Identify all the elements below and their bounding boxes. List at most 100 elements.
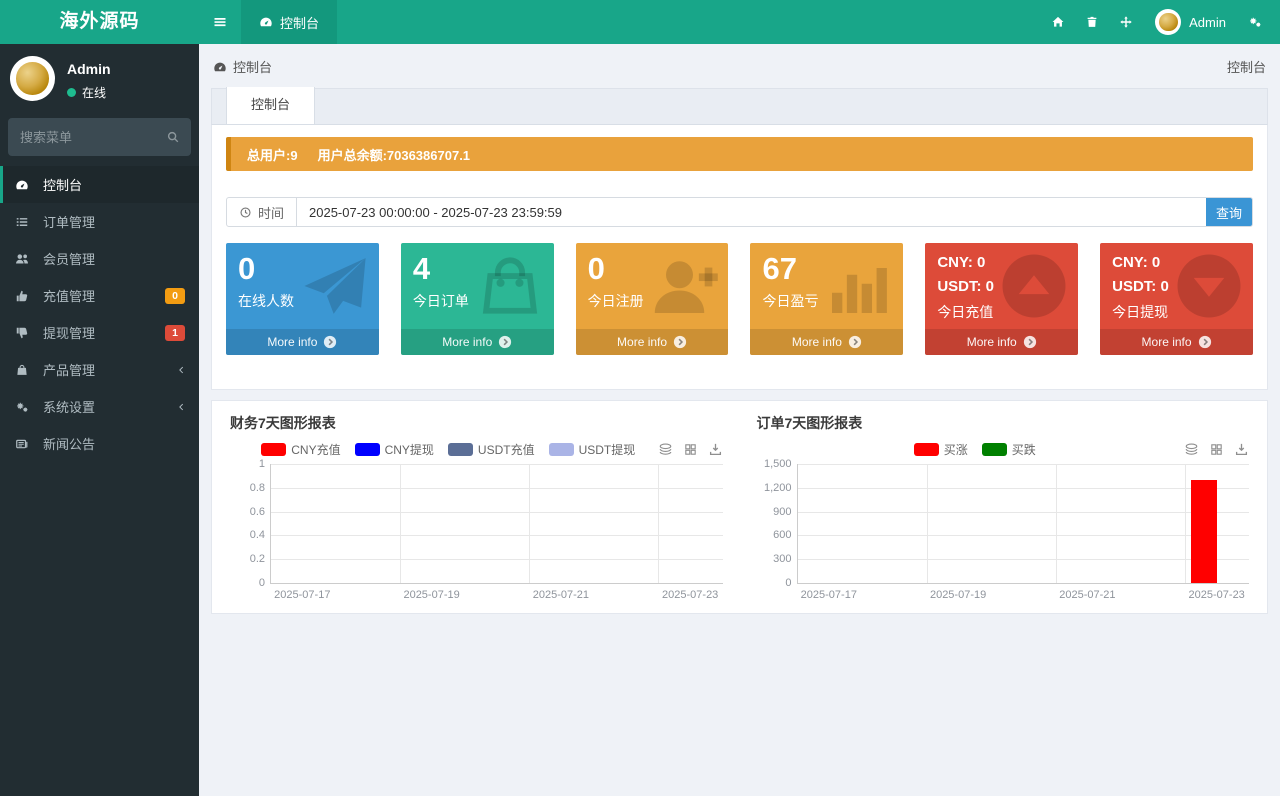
gears-icon [1248,15,1262,29]
sidebar-item-members[interactable]: 会员管理 [0,240,199,277]
user-menu[interactable]: Admin [1143,9,1238,35]
bag-icon [15,363,43,377]
sidebar-item-settings[interactable]: 系统设置 [0,388,199,425]
navbar-right: Admin [1041,0,1280,44]
legend-item[interactable]: CNY充值 [261,441,341,458]
legend-item[interactable]: 买跌 [981,441,1036,458]
legend-item[interactable]: 买涨 [913,441,968,458]
sidebar-toggle-button[interactable] [199,0,241,44]
gridline-h [797,487,1249,489]
content-area: 控制台 控制台 控制台 总用户:9 用户总余额:7036386707.1 时间 … [199,0,1280,614]
chart-header: CNY充值 CNY提现 USDT充值 USDT提现 [230,441,723,461]
stat-label: 今日订单 [412,293,469,310]
legend-item[interactable]: USDT提现 [548,441,636,458]
total-users-text: 总用户:9 [247,147,298,163]
search-button[interactable] [155,130,191,144]
stat-value: 67 [762,251,797,286]
chart-legend: 买涨 买跌 [757,441,1194,458]
sidebar-item-orders[interactable]: 订单管理 [0,203,199,240]
y-tick-label: 0.2 [249,553,265,566]
stat-label: 今日充值 [937,303,994,320]
y-tick-label: 0.8 [249,481,265,494]
y-tick-label: 0 [258,577,265,589]
more-info-link[interactable]: More info [226,329,379,355]
more-info-link[interactable]: More info [575,329,729,355]
more-info-link[interactable]: More info [925,329,1079,355]
stat-card-body: CNY: 0 USDT: 0 今日充值 [925,243,1078,329]
legend-chip [354,443,380,456]
fullscreen-button[interactable] [1109,0,1143,44]
breadcrumb: 控制台 控制台 [199,44,1280,88]
data-view-icon[interactable] [683,442,698,457]
download-icon[interactable] [1234,442,1249,457]
trash-button[interactable] [1075,0,1109,44]
gridline-h [797,535,1249,537]
legend-label: USDT提现 [578,443,636,457]
breadcrumb-current[interactable]: 控制台 [213,57,272,76]
gridline-h [271,464,723,465]
legend-item[interactable]: USDT充值 [447,441,535,458]
sidebar-item-label: 充值管理 [43,289,96,304]
brand-logo[interactable]: 海外源码 [0,0,199,44]
chart-plot: 0 300 600 900 1,200 1,500 [764,458,1249,589]
sidebar-item-withdraw[interactable]: 提现管理 1 [0,314,199,351]
gridline-v [1184,464,1186,583]
stat-card-body: 0 今日注册 [576,243,729,329]
stat-line: CNY: 0 [937,254,986,271]
breadcrumb-right: 控制台 [1226,60,1266,75]
time-filter: 时间 2025-07-23 00:00:00 - 2025-07-23 23:5… [226,197,1253,227]
stack-icon[interactable] [1184,442,1199,457]
sidebar-user-name: Admin [67,61,111,77]
more-info-label: More info [966,335,1017,349]
gridline-v [400,464,401,583]
chart-orders-7day: 订单7天图形报表 买涨 买跌 0 300 600 900 1,200 1,500 2025-07-… [756,413,1250,601]
data-view-icon[interactable] [1209,442,1224,457]
sidebar-item-dashboard[interactable]: 控制台 [0,166,199,203]
arrow-circle-right-icon [498,335,512,349]
settings-button[interactable] [1238,0,1272,44]
home-button[interactable] [1041,0,1075,44]
more-info-link[interactable]: More info [750,329,904,355]
more-info-label: More info [791,335,842,349]
gridline-v [529,464,530,583]
x-tick-label: 2025-07-19 [403,589,460,601]
gears-icon [15,400,43,414]
stat-cards-row: 0 在线人数 More info 4 今日订单 More info 0 今日注册 More in… [226,243,1253,355]
more-info-link[interactable]: More info [1100,329,1253,355]
sidebar-item-label: 系统设置 [43,400,96,415]
sidebar-item-recharge[interactable]: 充值管理 0 [0,277,199,314]
sidebar-item-news[interactable]: 新闻公告 [0,425,199,462]
more-info-link[interactable]: More info [400,329,554,355]
sidebar-item-products[interactable]: 产品管理 [0,351,199,388]
tab-dashboard[interactable]: 控制台 [226,87,316,124]
nav-tab-dashboard[interactable]: 控制台 [241,0,338,44]
hamburger-icon [212,14,228,30]
y-tick-label: 1,500 [763,458,792,470]
legend-label: 买涨 [943,443,968,457]
user-name: Admin [1189,14,1226,30]
search-input[interactable] [8,129,155,145]
sidebar-item-label: 控制台 [43,178,83,193]
y-tick-label: 600 [773,529,792,542]
chart-plot: 0 0.2 0.4 0.6 0.8 1 [250,458,723,589]
x-axis-labels: 2025-07-17 2025-07-19 2025-07-21 2025-07-23 [797,589,1250,605]
download-icon[interactable] [708,442,723,457]
expand-icon [1119,15,1133,29]
chart-title: 订单7天图形报表 [756,415,863,431]
stack-icon[interactable] [658,442,673,457]
sidebar-search [8,118,191,156]
stat-value: 0 [587,251,605,286]
query-button[interactable]: 查询 [1206,198,1252,226]
date-range-input[interactable]: 2025-07-23 00:00:00 - 2025-07-23 23:59:5… [297,198,1206,226]
chart-header: 买涨 买跌 [757,441,1250,461]
notification-badge: 1 [165,324,185,341]
sidebar-item-label: 会员管理 [43,252,96,267]
total-balance-text: 用户总余额:7036386707.1 [317,147,471,163]
sidebar-menu: 控制台订单管理会员管理充值管理 0 提现管理 1 产品管理系统设置新闻公告 [0,166,199,462]
sidebar: Admin 在线 控制台订单管理会员管理充值管理 0 提现管理 1 产品管理系统设置新闻… [0,44,199,796]
legend-item[interactable]: CNY提现 [354,441,434,458]
sidebar-user-status: 在线 [67,84,111,101]
chevron-left-icon [176,365,186,375]
gridline-h [271,559,723,561]
y-tick-label: 1,200 [763,481,792,494]
